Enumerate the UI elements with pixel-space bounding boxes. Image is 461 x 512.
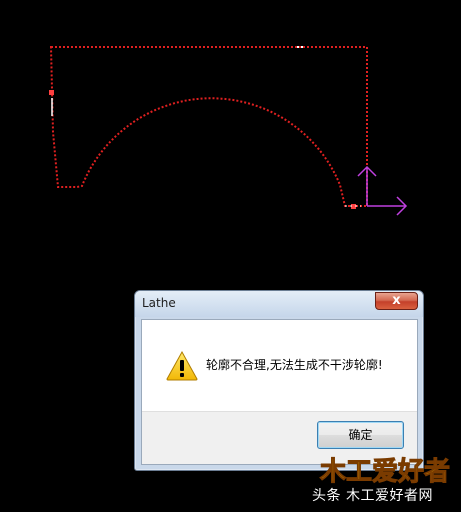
dialog-titlebar[interactable]: Lathe x bbox=[135, 291, 423, 317]
watermark-caption: 头条 木工爱好者网 bbox=[312, 488, 433, 504]
profile-node-marker[interactable] bbox=[49, 90, 54, 95]
close-button[interactable]: x bbox=[375, 292, 418, 310]
watermark-logo-text: 木工爱好者 bbox=[319, 457, 450, 485]
ok-button[interactable]: 确定 bbox=[317, 421, 404, 449]
dialog-client-area: 轮廓不合理,无法生成不干涉轮廓! 确定 bbox=[141, 319, 418, 465]
watermark-logo: 木工爱好者 bbox=[319, 457, 451, 486]
message-area: 轮廓不合理,无法生成不干涉轮廓! bbox=[142, 320, 417, 412]
warning-icon bbox=[166, 351, 198, 381]
message-dialog: Lathe x 轮廓不合理,无法生成不干涉轮廓! 确定 bbox=[134, 290, 424, 471]
error-message: 轮廓不合理,无法生成不干涉轮廓! bbox=[206, 358, 383, 372]
lathe-profile-outline bbox=[49, 46, 368, 207]
dialog-title: Lathe bbox=[142, 296, 176, 310]
